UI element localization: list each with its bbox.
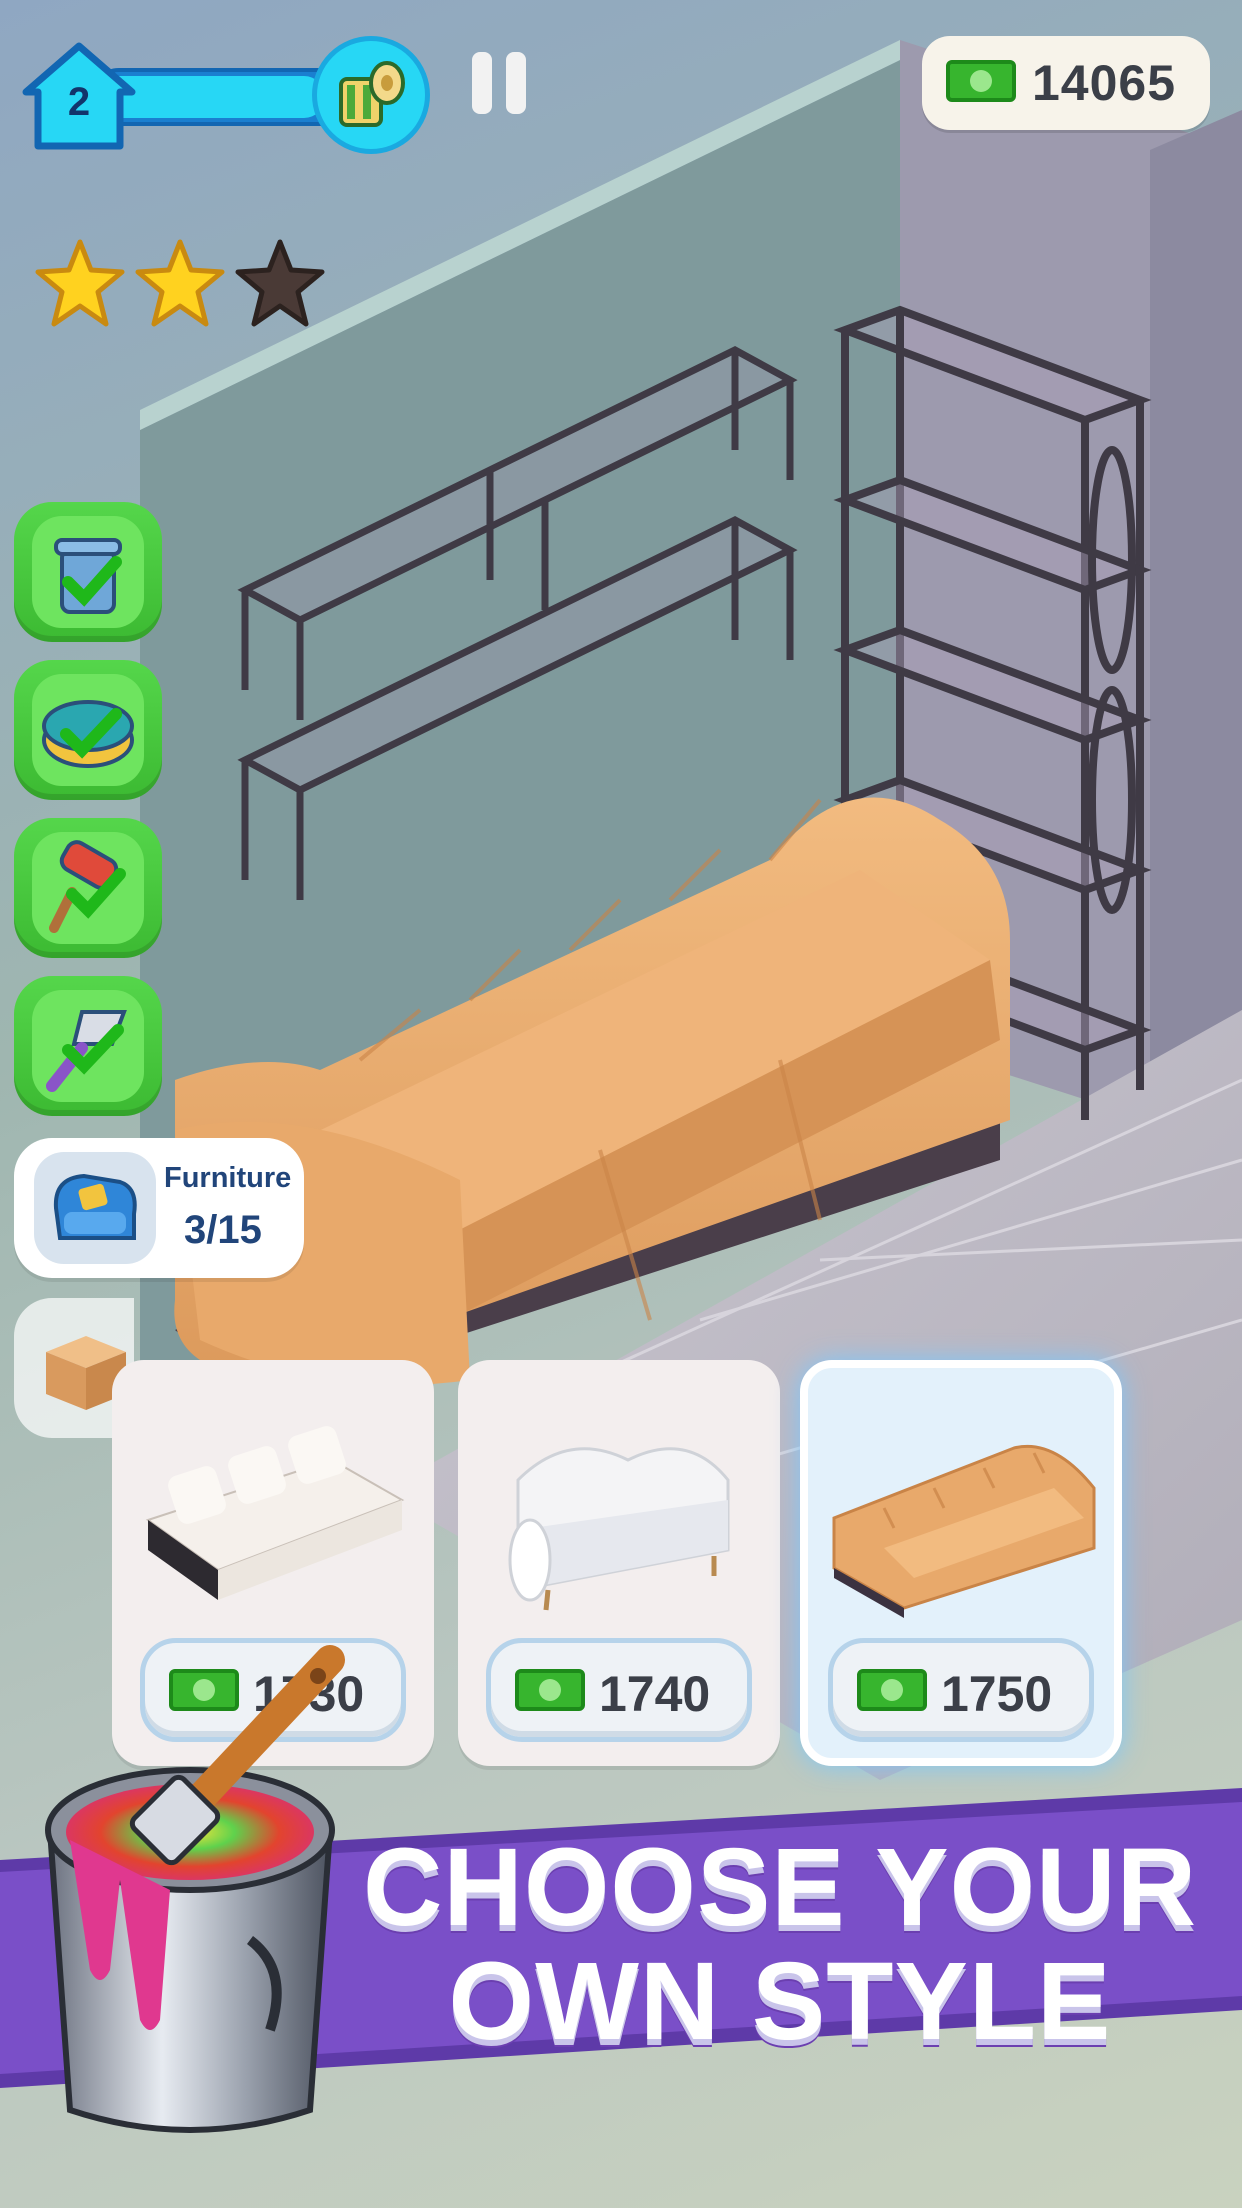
banner-line-2: OWN STYLE — [448, 1940, 1112, 2063]
task-paint-roller-button[interactable] — [14, 818, 162, 958]
furniture-label: Furniture — [164, 1162, 292, 1194]
sofa-option-2-price: 1740 — [599, 1666, 711, 1722]
furniture-progress-card[interactable]: Furniture 3/15 — [14, 1138, 304, 1278]
task-sponge-button[interactable] — [14, 660, 162, 800]
scraper-icon — [46, 1010, 127, 1092]
task-trash-button[interactable] — [14, 502, 162, 642]
orange-channel-sofa-image — [832, 1444, 1096, 1618]
paint-roller-icon — [49, 840, 126, 933]
cash-icon — [946, 60, 1016, 102]
trash-can-icon — [54, 538, 122, 614]
level-progress: 2 — [20, 36, 430, 156]
star-filled-icon — [35, 239, 125, 327]
pause-icon — [472, 52, 492, 114]
paint-bucket-icon — [45, 1645, 345, 2133]
banner-line-1: CHOOSE YOUR — [362, 1826, 1198, 1949]
sponge-icon — [42, 700, 134, 768]
cash-balance[interactable]: 14065 — [922, 36, 1210, 130]
star-empty-icon — [235, 239, 325, 327]
task-scraper-button[interactable] — [14, 976, 162, 1116]
cash-icon — [515, 1669, 585, 1711]
furniture-count: 3/15 — [184, 1208, 262, 1252]
star-rating — [34, 238, 334, 330]
sofa-option-2[interactable]: 1740 — [458, 1360, 780, 1766]
white-tufted-sofa-image — [508, 1447, 730, 1611]
white-sofa-image — [145, 1426, 405, 1600]
sofa-option-3-price-button[interactable]: 1750 — [828, 1638, 1094, 1742]
level-reward-button[interactable] — [312, 36, 430, 154]
cash-amount: 14065 — [1032, 55, 1177, 111]
level-number: 2 — [67, 80, 91, 124]
sofa-option-3-price: 1750 — [941, 1666, 1053, 1722]
pause-button[interactable] — [472, 52, 532, 114]
star-filled-icon — [135, 239, 225, 327]
armchair-icon — [53, 1173, 137, 1240]
sofa-option-2-price-button[interactable]: 1740 — [486, 1638, 752, 1742]
cash-icon — [857, 1669, 927, 1711]
sofa-option-3[interactable]: 1750 — [800, 1360, 1122, 1766]
wallpaper-roll-icon — [339, 61, 405, 127]
